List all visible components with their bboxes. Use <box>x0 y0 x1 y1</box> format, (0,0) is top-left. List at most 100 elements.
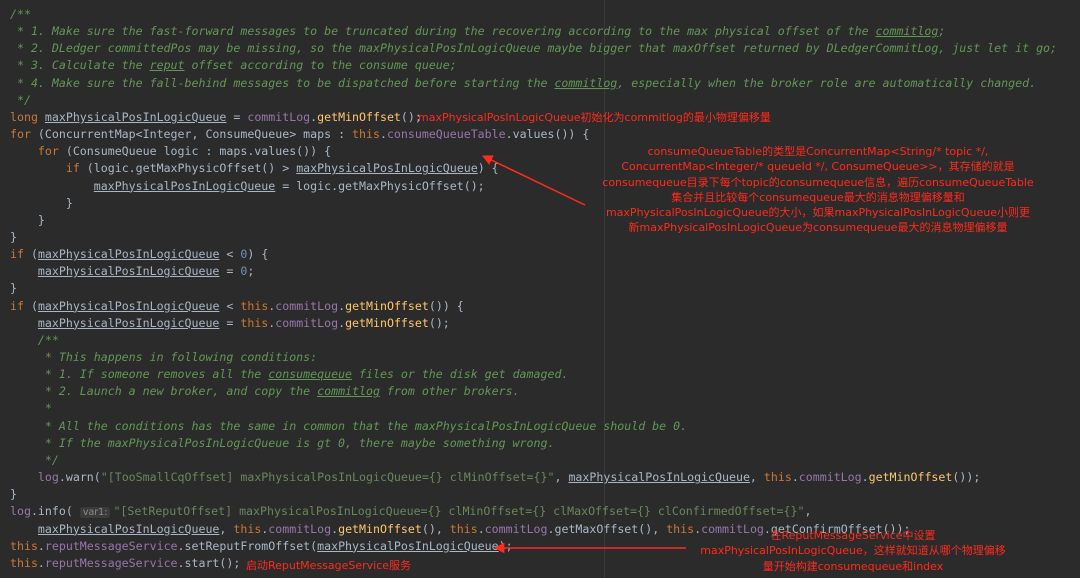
code-token: ()) { <box>428 298 464 313</box>
code-line[interactable]: } <box>10 195 73 212</box>
code-token: * 2. DLedger committedPos may be missing… <box>10 41 1058 56</box>
code-token: long <box>10 109 45 124</box>
code-token: . <box>791 470 799 485</box>
code-token: .values()) { <box>505 127 590 142</box>
code-token: maxPhysicalPosInLogicQueue <box>37 298 220 313</box>
code-line[interactable]: * 1. Make sure the fast-forward messages… <box>10 23 945 40</box>
code-token: .setReputFromOffset( <box>177 538 318 553</box>
code-token: maxPhysicalPosInLogicQueue <box>37 315 220 330</box>
code-token: commitlog <box>317 384 380 399</box>
code-token: < <box>219 247 241 262</box>
code-line[interactable]: /** <box>10 6 31 23</box>
code-token: this <box>449 521 478 536</box>
code-token: .getMaxOffset(), <box>547 521 667 536</box>
code-token: maxPhysicalPosInLogicQueue <box>317 538 499 553</box>
code-token: * This happens in following conditions: <box>10 350 318 364</box>
code-line[interactable]: } <box>10 212 45 229</box>
code-line[interactable]: this.reputMessageService.setReputFromOff… <box>10 538 513 555</box>
code-line[interactable]: * This happens in following conditions: <box>10 349 317 366</box>
code-token: commitlog <box>554 75 618 90</box>
code-token: log <box>37 470 59 485</box>
code-token: for <box>10 127 38 142</box>
code-line[interactable]: */ <box>10 92 31 109</box>
code-token: getMinOffset <box>868 470 953 485</box>
code-token: ); <box>498 538 513 553</box>
code-token: . <box>379 127 387 142</box>
start-service-note: 启动ReputMessageService服务 <box>246 559 412 572</box>
code-token: this <box>763 470 792 485</box>
code-token: .warn( <box>58 470 101 485</box>
code-line[interactable]: } <box>10 280 17 297</box>
note-line: ConcurrentMap<Integer/* queueId */, Cons… <box>621 160 1015 174</box>
code-token: maxPhysicalPosInLogicQueue <box>37 247 220 262</box>
code-token: if <box>10 298 31 313</box>
code-line[interactable]: */ <box>10 452 59 469</box>
note-line: maxPhysicalPosInLogicQueue的大小，如果maxPhysi… <box>605 206 1031 220</box>
code-token: offset according to the consume queue; <box>184 58 457 73</box>
code-token: from other brokers. <box>379 384 520 399</box>
code-token: (), <box>421 521 450 536</box>
code-token: if <box>10 247 31 262</box>
code-token: reput <box>149 58 185 73</box>
code-line[interactable]: * If the maxPhysicalPosInLogicQueue is g… <box>10 435 555 452</box>
code-token: log <box>10 504 31 519</box>
code-line[interactable]: if (maxPhysicalPosInLogicQueue < 0) { <box>10 246 268 263</box>
code-line[interactable]: maxPhysicalPosInLogicQueue = logic.getMa… <box>10 178 485 195</box>
code-line[interactable]: } <box>10 486 17 503</box>
code-line[interactable]: * 2. DLedger committedPos may be missing… <box>10 40 1057 57</box>
code-token: } <box>10 212 45 227</box>
code-token: getMinOffset <box>317 109 401 124</box>
code-line[interactable]: maxPhysicalPosInLogicQueue = this.commit… <box>10 315 450 332</box>
code-token: reputMessageService <box>44 538 178 553</box>
code-token: (logic.getMaxPhysicOffset() > <box>86 161 297 176</box>
code-token: commitLog <box>798 470 862 485</box>
code-line[interactable]: * 4. Make sure the fall-behind messages … <box>10 75 1036 92</box>
code-token: getMinOffset <box>345 315 429 330</box>
code-token: "[TooSmallCqOffset] maxPhysicalPosInLogi… <box>100 470 555 485</box>
code-token: ; <box>938 24 946 39</box>
code-line[interactable]: * 1. If someone removes all the consumeq… <box>10 366 569 383</box>
code-line[interactable]: * <box>10 400 52 417</box>
code-line[interactable]: for (ConcurrentMap<Integer, ConsumeQueue… <box>10 126 589 143</box>
note-line: maxPhysicalPosInLogicQueue，这样就知道从哪个物理偏移 <box>700 544 1006 558</box>
note-line: 在ReputMessageService中设置 <box>770 529 936 542</box>
code-line[interactable]: log.info( var1: "[SetReputOffset] maxPhys… <box>10 503 811 520</box>
code-token: maxPhysicalPosInLogicQueue <box>44 109 227 124</box>
code-line[interactable]: * 2. Launch a new broker, and copy the c… <box>10 383 520 400</box>
code-line[interactable]: if (logic.getMaxPhysicOffset() > maxPhys… <box>10 160 499 177</box>
code-token: this <box>10 538 38 553</box>
code-token: ) { <box>247 247 269 262</box>
code-token: consumeQueueTable <box>386 127 506 142</box>
code-line[interactable]: /** <box>10 332 59 349</box>
code-token: this <box>240 298 269 313</box>
code-line[interactable]: for (ConsumeQueue logic : maps.values())… <box>10 143 331 160</box>
code-token: } <box>10 487 17 502</box>
code-token: } <box>10 281 17 296</box>
code-token: * <box>10 401 52 416</box>
code-line[interactable]: * 3. Calculate the reput offset accordin… <box>10 57 457 74</box>
code-token: = <box>219 264 241 279</box>
code-line[interactable]: maxPhysicalPosInLogicQueue = 0; <box>10 263 254 280</box>
code-token: */ <box>10 92 31 107</box>
code-token: maxPhysicalPosInLogicQueue <box>37 521 220 536</box>
code-line[interactable]: if (maxPhysicalPosInLogicQueue < this.co… <box>10 298 464 315</box>
code-token: (ConsumeQueue logic : maps.values()) { <box>65 144 332 159</box>
code-token: commitLog <box>275 315 339 330</box>
code-line[interactable]: log.warn("[TooSmallCqOffset] maxPhysical… <box>10 469 980 486</box>
code-token: } <box>10 229 17 244</box>
code-token: , especially when the broker role are au… <box>617 75 1037 90</box>
code-token: * All the conditions has the same in com… <box>10 418 688 433</box>
code-line[interactable]: this.reputMessageService.start(); <box>10 555 240 572</box>
code-line[interactable]: long maxPhysicalPosInLogicQueue = commit… <box>10 109 422 126</box>
code-line[interactable]: * All the conditions has the same in com… <box>10 418 687 435</box>
code-line[interactable]: } <box>10 229 17 246</box>
code-editor[interactable]: /** * 1. Make sure the fast-forward mess… <box>0 0 1080 578</box>
code-token: .info( <box>30 504 80 519</box>
note-line: 集合并且比较每个consumequeue最大的消息物理偏移量和 <box>671 190 965 204</box>
code-token: * 2. Launch a new broker, and copy the <box>10 384 318 399</box>
code-token: this <box>233 521 262 536</box>
consume-queue-table-note: consumeQueueTable的类型是ConcurrentMap<Strin… <box>588 144 1048 236</box>
